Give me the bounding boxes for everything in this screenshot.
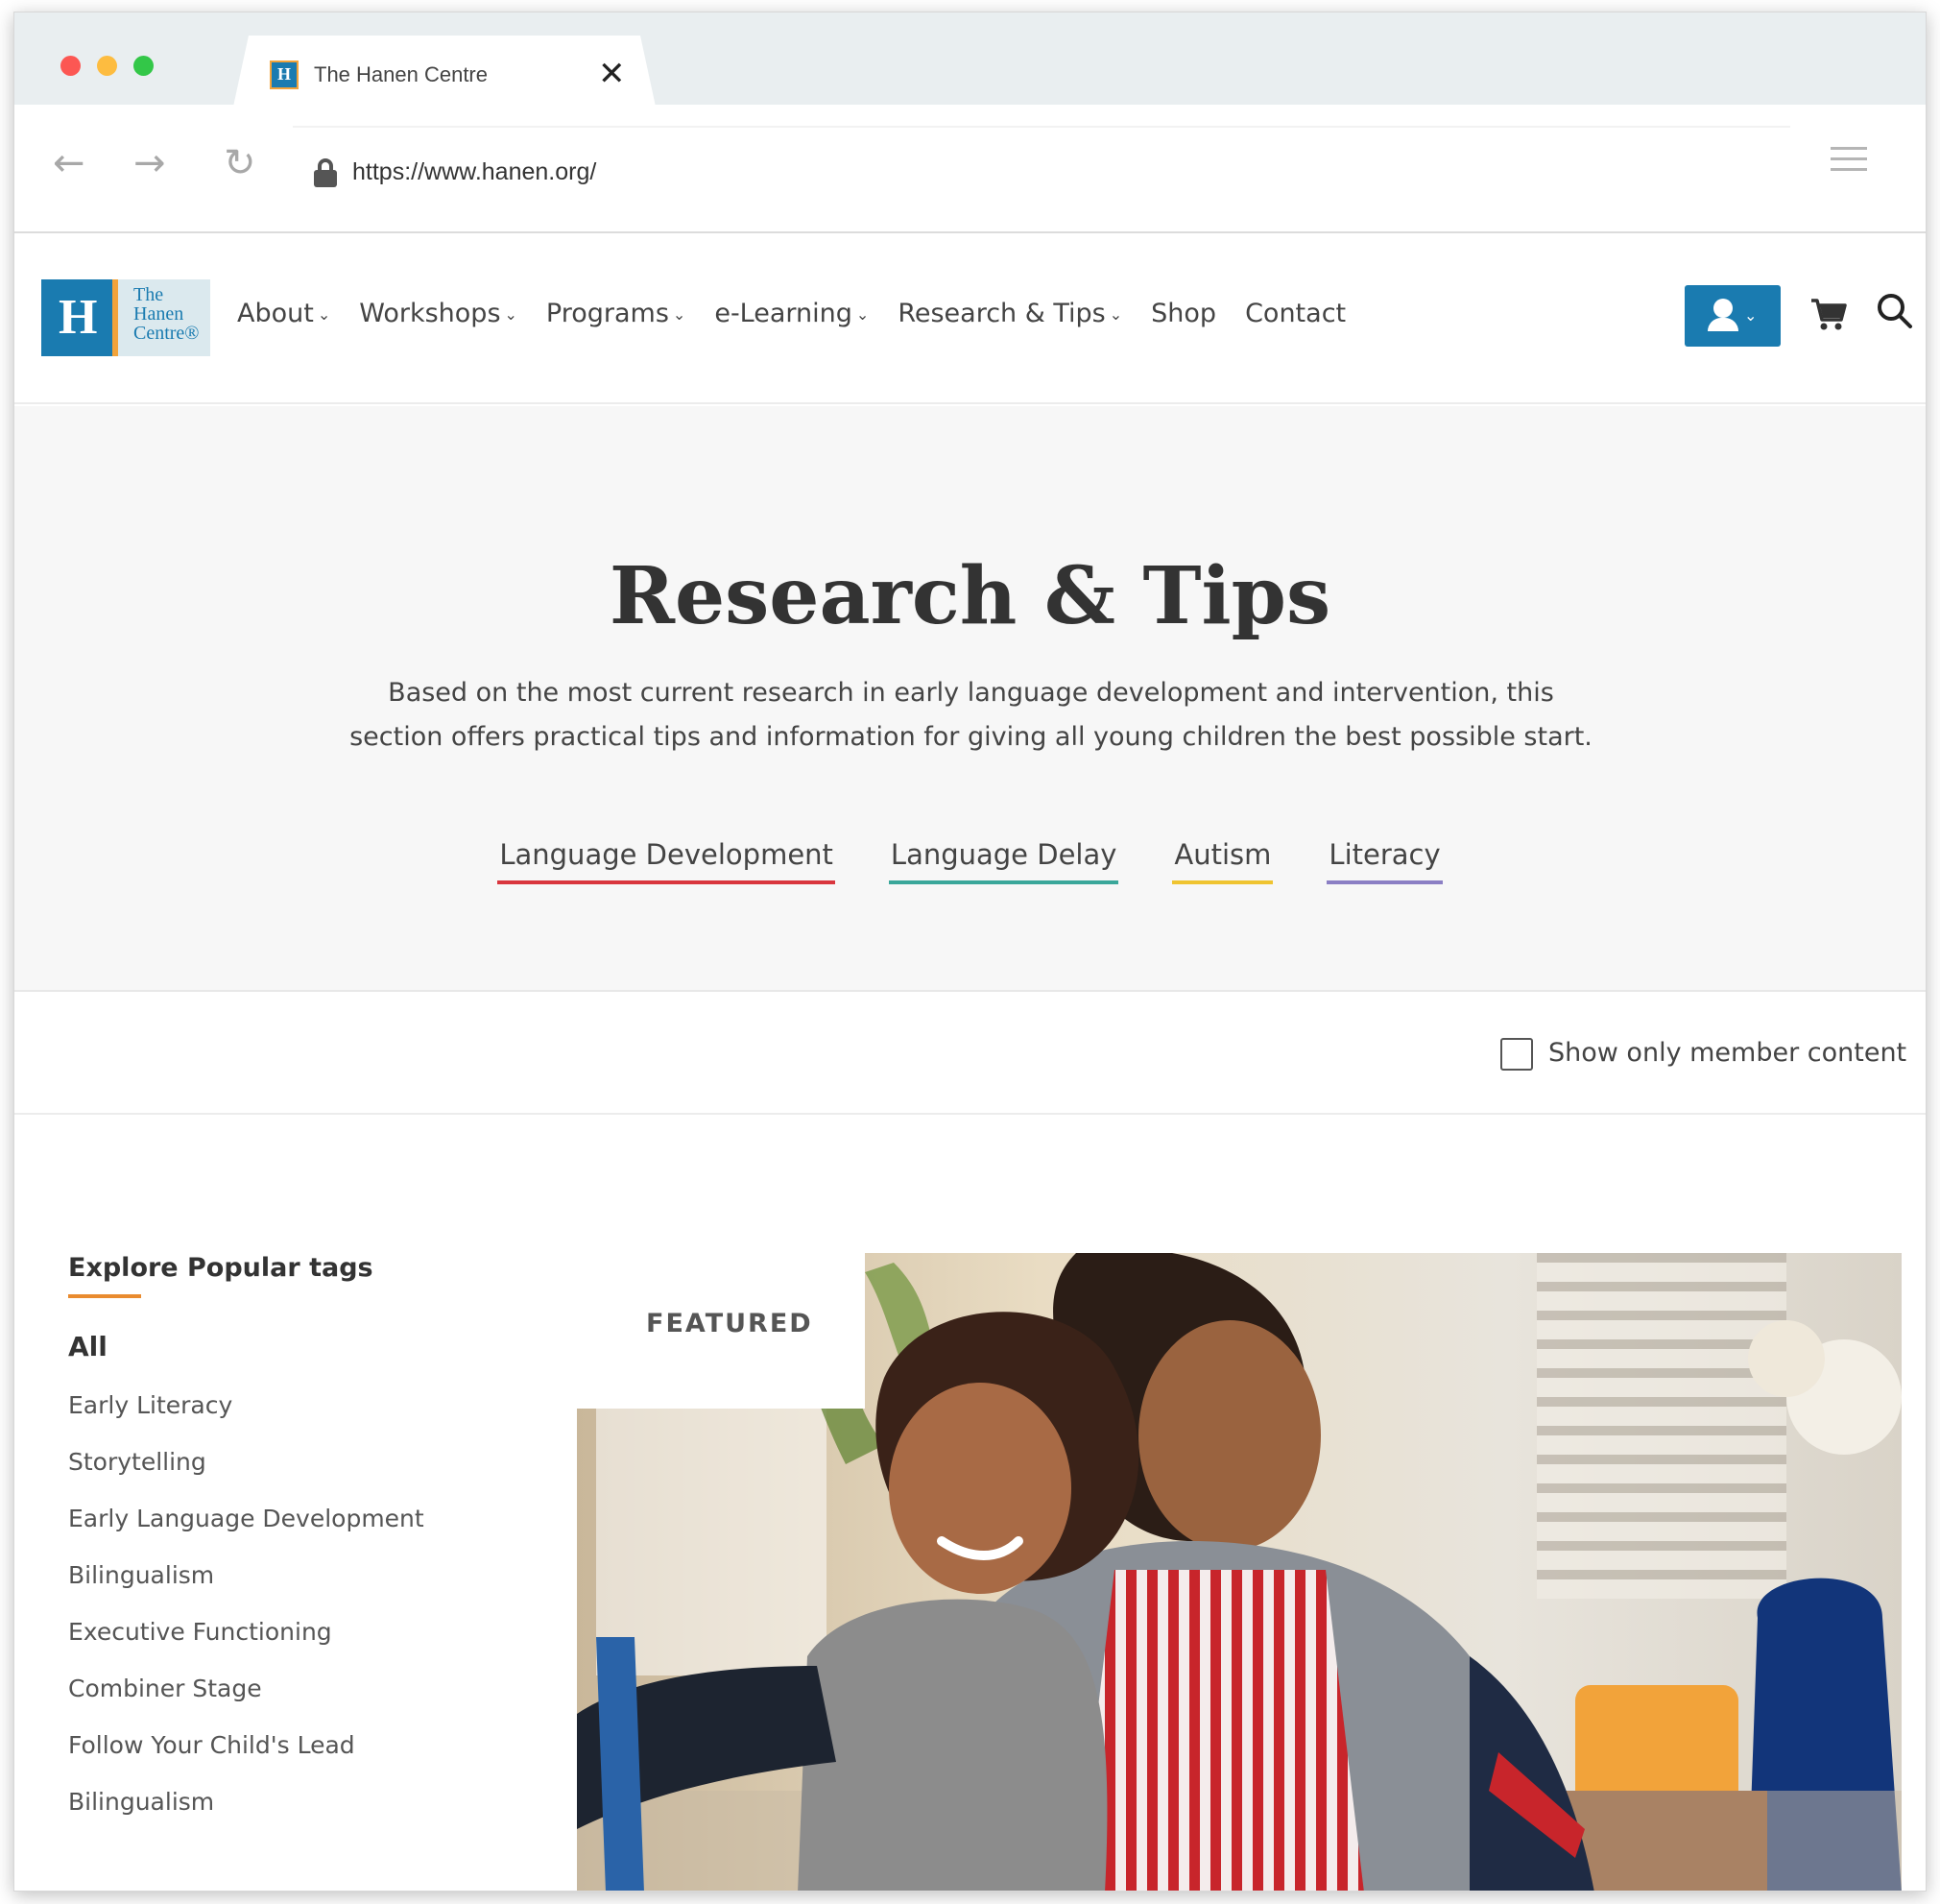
member-content-checkbox[interactable] <box>1500 1038 1533 1071</box>
filter-bar: Show only member content <box>14 994 1926 1115</box>
category-literacy[interactable]: Literacy <box>1327 838 1443 884</box>
nav-about[interactable]: About ⌄ <box>237 299 330 328</box>
page-title: Research & Tips <box>609 550 1331 642</box>
chevron-down-icon: ⌄ <box>317 305 331 324</box>
favicon-icon <box>270 60 299 89</box>
hero-description: Based on the most current research in ea… <box>349 678 1593 752</box>
tags-heading: Explore Popular tags <box>68 1253 373 1283</box>
chevron-down-icon: ⌄ <box>504 305 517 324</box>
lock-icon <box>314 158 337 187</box>
member-content-label[interactable]: Show only member content <box>1548 1038 1906 1068</box>
user-icon <box>1713 299 1733 318</box>
cart-icon[interactable] <box>1809 295 1848 333</box>
tag-item[interactable]: Bilingualism <box>68 1561 529 1589</box>
chevron-down-icon: ⌄ <box>1744 306 1758 325</box>
search-icon[interactable] <box>1875 291 1913 329</box>
main-nav: About ⌄ Workshops ⌄ Programs ⌄ e-Learning ⌄ … <box>237 299 1346 328</box>
featured-label: FEATURED <box>646 1309 813 1338</box>
nav-research-tips[interactable]: Research & Tips ⌄ <box>898 299 1122 328</box>
category-language-delay[interactable]: Language Delay <box>888 838 1119 884</box>
chevron-down-icon: ⌄ <box>1109 305 1123 324</box>
browser-tab[interactable]: The Hanen Centre ✕ <box>233 36 656 107</box>
tag-item[interactable]: Executive Functioning <box>68 1618 529 1646</box>
logo-mark-icon <box>41 279 118 356</box>
menu-icon[interactable] <box>1831 147 1867 179</box>
tag-item[interactable]: Storytelling <box>68 1448 529 1476</box>
url-divider <box>293 126 1790 128</box>
arrow-right-icon[interactable]: → <box>133 141 166 185</box>
tag-item[interactable]: Combiner Stage <box>68 1675 529 1702</box>
chevron-down-icon: ⌄ <box>672 305 686 324</box>
tab-bar: The Hanen Centre ✕ <box>14 12 1926 107</box>
tag-all[interactable]: All <box>68 1331 529 1362</box>
minimize-window-button[interactable] <box>97 56 117 76</box>
tag-item[interactable]: Early Literacy <box>68 1391 529 1419</box>
reload-icon[interactable]: ↻ <box>224 141 256 185</box>
nav-e-learning[interactable]: e-Learning ⌄ <box>714 299 869 328</box>
tag-item[interactable]: Follow Your Child's Lead <box>68 1731 529 1759</box>
hanen-logo[interactable]: The Hanen Centre® <box>41 279 210 356</box>
popular-tags: Explore Popular tags All Early Literacy … <box>68 1253 529 1816</box>
tag-item[interactable]: Bilingualism <box>68 1788 529 1816</box>
tab-close-icon[interactable]: ✕ <box>598 55 626 93</box>
tag-item[interactable]: Early Language Development <box>68 1505 529 1532</box>
tab-title: The Hanen Centre <box>314 62 488 86</box>
site-header: The Hanen Centre® About⌄ Workshops⌄ Prog… <box>14 235 1926 404</box>
maximize-window-button[interactable] <box>133 56 154 76</box>
browser-window: The Hanen Centre ✕ ← → ↻ https://www.han… <box>13 12 1927 1892</box>
account-button[interactable]: ⌄ <box>1685 285 1781 347</box>
logo-wordmark: The Hanen Centre® <box>133 284 200 344</box>
chevron-down-icon: ⌄ <box>855 305 870 324</box>
arrow-left-icon[interactable]: ← <box>53 141 85 185</box>
address-bar: ← → ↻ https://www.hanen.org/ <box>14 105 1926 233</box>
hero-section: Research & Tips Based on the most curren… <box>14 406 1926 992</box>
nav-workshops[interactable]: Workshops ⌄ <box>359 299 517 328</box>
tags-heading-underline <box>68 1294 141 1298</box>
nav-programs[interactable]: Programs ⌄ <box>546 299 685 328</box>
nav-shop[interactable]: Shop <box>1151 299 1216 328</box>
close-window-button[interactable] <box>60 56 81 76</box>
nav-contact[interactable]: Contact <box>1245 299 1346 328</box>
category-language-development[interactable]: Language Development <box>497 838 835 884</box>
category-tabs: Language Development Language Delay Auti… <box>14 838 1926 884</box>
category-autism[interactable]: Autism <box>1172 838 1274 884</box>
url-field[interactable]: https://www.hanen.org/ <box>352 158 596 186</box>
